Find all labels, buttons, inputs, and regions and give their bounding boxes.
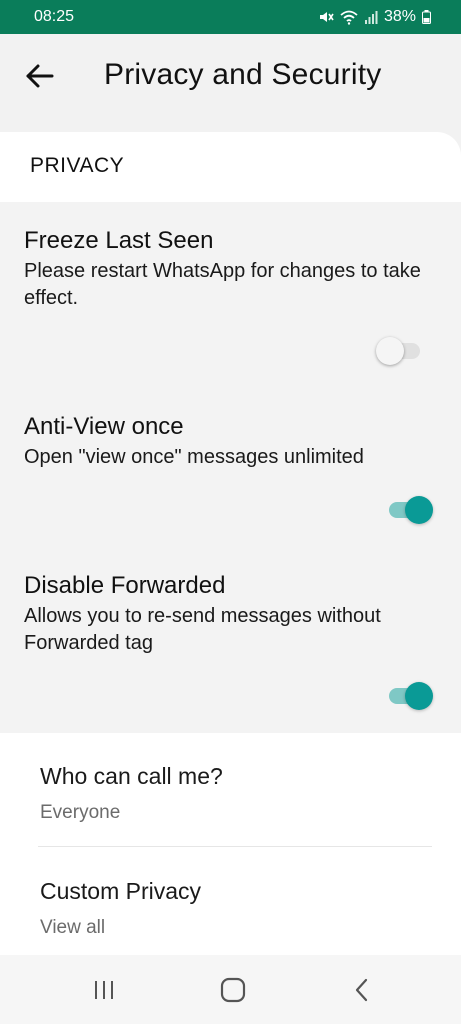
home-button[interactable] (213, 975, 253, 1005)
mute-icon (319, 12, 334, 22)
toggle-thumb (376, 337, 404, 365)
page-title: Privacy and Security (104, 58, 382, 91)
preference-value: View all (40, 917, 106, 938)
battery-percentage: 38% (383, 8, 416, 25)
setting-title: Disable Forwarded (24, 572, 226, 599)
setting-freeze-last-seen[interactable]: Freeze Last Seen Please restart WhatsApp… (0, 202, 461, 388)
status-icons: 38% (318, 8, 431, 26)
preference-list: Who can call me? Everyone Custom Privacy… (0, 733, 461, 955)
setting-title: Anti-View once (24, 413, 184, 440)
preference-title: Custom Privacy (40, 878, 202, 904)
back-button[interactable] (342, 975, 382, 1005)
preference-custom-privacy[interactable]: Custom Privacy View all (40, 878, 201, 939)
privacy-section-header: PRIVACY (0, 132, 461, 202)
back-arrow-icon[interactable] (24, 60, 56, 92)
freeze-last-seen-toggle[interactable] (376, 335, 424, 367)
home-icon (220, 977, 246, 1003)
toggle-settings-group: Freeze Last Seen Please restart WhatsApp… (0, 202, 461, 733)
divider (38, 846, 432, 847)
setting-anti-view-once[interactable]: Anti-View once Open "view once" messages… (0, 388, 461, 548)
setting-disable-forwarded[interactable]: Disable Forwarded Allows you to re-send … (0, 548, 461, 733)
toggle-thumb (405, 496, 433, 524)
system-nav-bar (0, 955, 461, 1024)
toggle-thumb (405, 682, 433, 710)
setting-description: Please restart WhatsApp for changes to t… (24, 260, 421, 309)
battery-icon (422, 10, 431, 24)
status-time: 08:25 (34, 8, 75, 25)
recent-apps-button[interactable] (84, 975, 124, 1005)
back-icon (355, 978, 368, 1002)
setting-title: Freeze Last Seen (24, 227, 214, 254)
preference-title: Who can call me? (40, 763, 223, 789)
setting-description: Open "view once" messages unlimited (24, 446, 364, 468)
preference-value: Everyone (40, 802, 121, 823)
setting-description: Allows you to re-send messages without F… (24, 605, 381, 654)
section-title: PRIVACY (30, 154, 125, 177)
disable-forwarded-toggle[interactable] (385, 680, 433, 712)
status-bar: 08:25 38% (0, 0, 461, 34)
app-bar: Privacy and Security (0, 34, 461, 120)
preference-who-can-call[interactable]: Who can call me? Everyone (40, 763, 223, 824)
recent-apps-icon (95, 981, 113, 999)
signal-icon (364, 11, 378, 24)
wifi-icon (340, 10, 358, 25)
anti-view-once-toggle[interactable] (385, 494, 433, 526)
